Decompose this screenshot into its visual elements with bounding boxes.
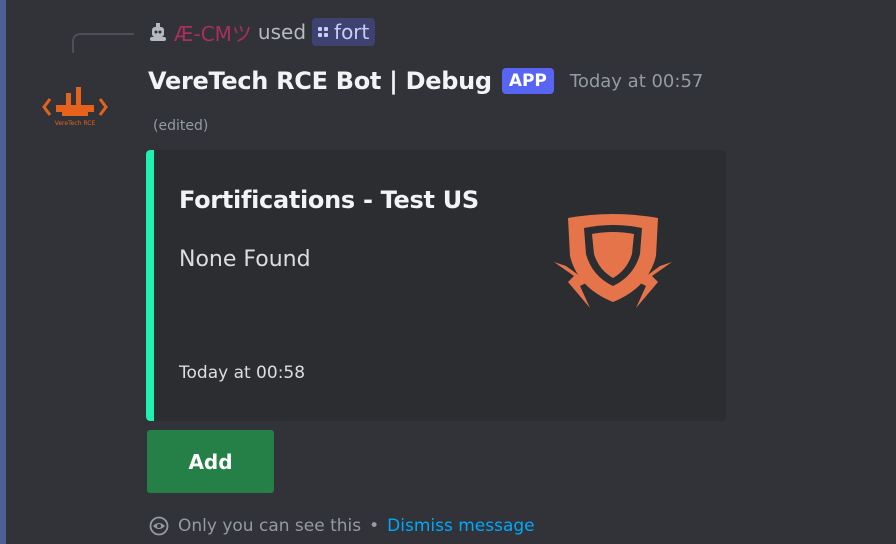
- ephemeral-notice: Only you can see this • Dismiss message: [148, 513, 535, 539]
- bot-avatar[interactable]: VereTech RCE: [42, 85, 108, 129]
- bot-username[interactable]: VereTech RCE Bot | Debug: [148, 67, 492, 95]
- invoking-username[interactable]: Æ-CMツ: [174, 18, 252, 47]
- separator-dot: •: [369, 516, 380, 536]
- eye-icon: [148, 515, 170, 537]
- shield-lightning-icon: [554, 214, 672, 308]
- embed-card: Fortifications - Test US None Found Toda…: [146, 150, 726, 421]
- veretech-logo: VereTech RCE: [42, 87, 108, 127]
- slash-command-icon: [318, 27, 329, 37]
- embed-description: None Found: [179, 247, 311, 272]
- avatar-caption: VereTech RCE: [55, 120, 96, 127]
- robot-icon[interactable]: [148, 22, 168, 42]
- dismiss-message-link[interactable]: Dismiss message: [387, 516, 534, 536]
- embed-accent-bar: [146, 150, 154, 421]
- message-timestamp[interactable]: Today at 00:57: [570, 71, 703, 92]
- command-name: fort: [334, 20, 370, 44]
- ephemeral-text: Only you can see this: [178, 516, 362, 536]
- edited-label: (edited): [153, 118, 209, 134]
- unread-accent-bar: [0, 0, 6, 544]
- embed-thumbnail[interactable]: [552, 212, 674, 318]
- embed-footer-timestamp: Today at 00:58: [179, 363, 306, 383]
- add-button[interactable]: Add: [147, 430, 274, 493]
- command-mention[interactable]: fort: [312, 18, 376, 46]
- message-header: VereTech RCE Bot | Debug APP Today at 00…: [148, 62, 703, 100]
- reply-connector: [72, 33, 134, 53]
- app-badge: APP: [501, 68, 554, 94]
- used-label: used: [257, 20, 307, 44]
- command-reply-header: Æ-CMツ used fort: [148, 17, 376, 47]
- embed-title: Fortifications - Test US: [179, 186, 479, 214]
